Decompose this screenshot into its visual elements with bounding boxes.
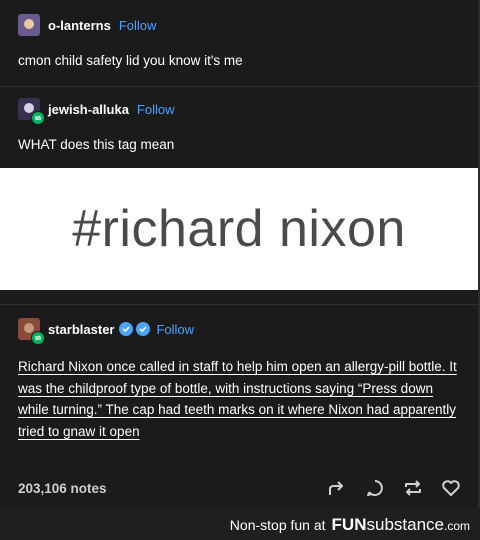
post-link-text[interactable]: Richard Nixon once called in staff to he… (18, 356, 458, 442)
brand-com: .com (443, 519, 470, 533)
post-header-o-lanterns: o-lanterns Follow (18, 14, 156, 36)
post-text: cmon child safety lid you know it's me (18, 53, 243, 68)
reblog-badge-icon (31, 331, 45, 345)
brand-fun: FUN (331, 515, 367, 534)
username[interactable]: starblaster (48, 322, 114, 337)
tumblr-post: o-lanterns Follow cmon child safety lid … (0, 0, 480, 508)
follow-button[interactable]: Follow (119, 18, 157, 33)
post-header-starblaster: starblaster Follow (18, 318, 194, 345)
tag-image-text: #richard nixon (72, 200, 406, 258)
brand-logo[interactable]: FUNsubstance.com (332, 515, 470, 535)
post-text: WHAT does this tag mean (18, 137, 175, 152)
reblog-badge-icon (31, 111, 45, 125)
verified-icon (136, 322, 151, 336)
avatar[interactable] (18, 98, 45, 125)
post-footer: 203,106 notes (18, 477, 462, 499)
brand-substance: substance (366, 515, 444, 534)
like-icon[interactable] (440, 477, 462, 499)
post-header-jewish-alluka: jewish-alluka Follow (18, 98, 175, 125)
share-icon[interactable] (326, 477, 348, 499)
avatar[interactable] (18, 318, 45, 345)
avatar[interactable] (18, 14, 40, 36)
username[interactable]: o-lanterns (48, 18, 111, 33)
divider (0, 304, 478, 305)
reblog-icon[interactable] (402, 477, 424, 499)
tag-image: #richard nixon (0, 168, 478, 290)
follow-button[interactable]: Follow (137, 102, 175, 117)
username[interactable]: jewish-alluka (48, 102, 129, 117)
reply-icon[interactable] (364, 477, 386, 499)
follow-button[interactable]: Follow (156, 322, 194, 337)
post-actions (326, 477, 462, 499)
banner-text: Non-stop fun at (229, 517, 326, 533)
notes-count[interactable]: 203,106 notes (18, 481, 107, 496)
divider (0, 86, 478, 87)
verified-icon (119, 322, 134, 336)
watermark-banner: Non-stop fun at FUNsubstance.com (0, 510, 480, 540)
